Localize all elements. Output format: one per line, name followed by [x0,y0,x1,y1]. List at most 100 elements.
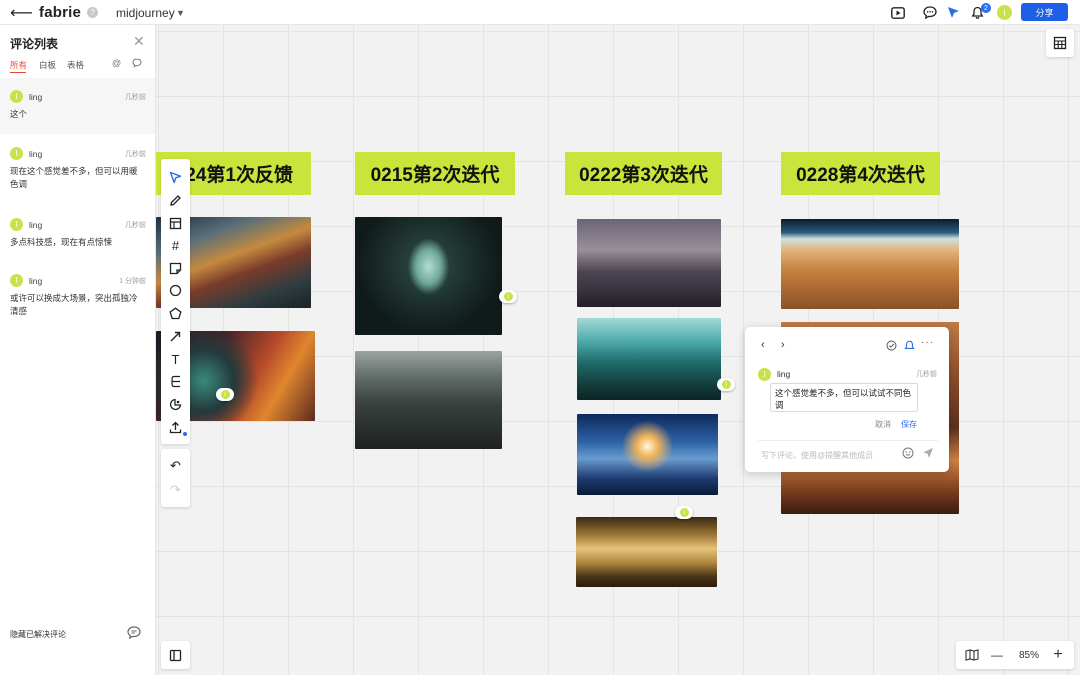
avatar: l [10,274,23,287]
document-title[interactable]: midjourney [116,0,175,25]
comment-text: 多点科技感，现在有点惊悚 [10,237,113,247]
hide-resolved-toggle[interactable]: 隐藏已解决评论 [10,629,66,640]
top-bar: ⟵ fabrie ? midjourney ▼ 2 l 分享 [0,0,1080,25]
help-icon[interactable]: ? [87,7,98,18]
undo-icon[interactable]: ↶ [161,456,190,476]
cancel-button[interactable]: 取消 [875,419,891,430]
comment-text: 现在这个感觉差不多，但可以用暖色调 [10,166,138,189]
comment-pin[interactable]: l [216,388,234,401]
pin-avatar: l [679,508,689,517]
image-desert-planet[interactable] [781,219,959,309]
avatar: l [10,90,23,103]
text-tool-icon[interactable]: T [161,349,190,369]
brand-logo: fabrie [39,4,82,21]
notification-count-badge: 2 [981,3,991,13]
panel-layout-icon[interactable] [161,641,190,669]
comment-popup: ‹ › ··· l ling 几秒前 这个感觉差不多，但可以试试不同色调 取消 … [745,327,949,472]
comment-settings-icon[interactable] [127,626,141,642]
comment-time: 几秒前 [916,371,937,378]
grid-table-icon[interactable] [1046,29,1074,57]
upload-indicator-dot [183,432,187,436]
comment-filter-icon[interactable] [132,58,142,70]
comment-item[interactable]: l ling 几秒前 多点科技感，现在有点惊悚 [0,212,155,256]
comment-pin[interactable]: l [717,378,735,391]
mindmap-tool-icon[interactable] [161,371,190,391]
image-foggy-dinosaurs[interactable] [355,351,502,449]
frame-tool-icon[interactable]: # [161,235,190,255]
column-label[interactable]: 0228第4次迭代 [781,152,940,195]
sticky-note-tool-icon[interactable] [161,258,190,278]
avatar: l [758,368,771,381]
zoom-controls: — 85% + [956,641,1074,669]
comment-pin[interactable]: l [675,506,693,519]
column-label[interactable]: 0222第3次迭代 [565,152,722,195]
pin-avatar: l [721,380,731,389]
share-button[interactable]: 分享 [1021,3,1068,21]
circle-tool-icon[interactable] [161,280,190,300]
previous-comment-icon[interactable]: ‹ [761,339,765,351]
divider [758,440,938,441]
resolve-icon[interactable] [886,340,897,354]
chevron-down-icon[interactable]: ▼ [176,0,185,25]
more-icon[interactable]: ··· [921,337,934,348]
send-icon[interactable] [922,447,934,462]
comment-author: ling [29,92,43,102]
polygon-tool-icon[interactable] [161,303,190,323]
zoom-out-button[interactable]: — [988,641,1006,669]
history-toolbar: ↶ ↷ [161,449,190,507]
minimap-icon[interactable] [962,641,982,669]
user-avatar[interactable]: l [997,5,1012,20]
subscribe-bell-icon[interactable] [904,340,915,354]
reply-input[interactable]: 写下评论，使用@提醒其他成员 [761,450,873,461]
comment-time: 几秒前 [125,94,146,101]
arrow-tool-icon[interactable] [161,326,190,346]
image-dark-castle[interactable] [577,219,721,307]
sticker-tool-icon[interactable] [161,394,190,414]
back-arrow-icon[interactable]: ⟵ [10,0,33,25]
emoji-icon[interactable] [902,447,914,462]
cursor-icon[interactable] [944,0,962,25]
pin-avatar: l [503,292,513,301]
comment-item[interactable]: l ling 几秒前 这个 [0,78,155,134]
comment-text: 或许可以换成大场景，突出孤独冷清感 [10,293,138,316]
table-tool-icon[interactable] [161,213,190,233]
redo-icon[interactable]: ↷ [161,480,190,500]
tab-all[interactable]: 所有 [10,59,27,71]
zoom-level[interactable]: 85% [1011,641,1047,669]
comment-author: ling [777,369,791,379]
comment-text: 这个 [10,109,28,119]
pen-tool-icon[interactable] [161,190,190,210]
mention-filter-icon[interactable]: @ [112,58,121,68]
comment-icon[interactable] [921,0,939,25]
sidebar-title: 评论列表 [10,37,59,51]
play-icon[interactable] [889,0,907,25]
comment-author: ling [29,149,43,159]
save-button[interactable]: 保存 [901,419,917,430]
select-tool-icon[interactable] [161,167,190,187]
close-icon[interactable]: ✕ [133,33,145,50]
comment-time: 几秒前 [125,151,146,158]
avatar: l [10,147,23,160]
comment-item[interactable]: l ling 1 分钟前 或许可以换成大场景，突出孤独冷清感 [0,270,155,330]
tab-active-underline [10,72,26,73]
image-teal-city[interactable] [577,318,721,400]
tab-table[interactable]: 表格 [67,59,84,71]
comment-item[interactable]: l ling 几秒前 现在这个感觉差不多，但可以用暖色调 [0,140,155,200]
comment-author: ling [29,220,43,230]
tab-whiteboard[interactable]: 白板 [39,59,56,71]
image-golden-cathedral[interactable] [576,517,717,587]
column-label[interactable]: 0215第2次迭代 [355,152,515,195]
image-cosmic-tower[interactable] [577,414,718,495]
comment-author: ling [29,276,43,286]
image-mirror-forest[interactable] [355,217,502,335]
next-comment-icon[interactable]: › [781,339,785,351]
comment-pin[interactable]: l [499,290,517,303]
avatar: l [10,218,23,231]
comment-time: 几秒前 [125,222,146,229]
comment-edit-field[interactable]: 这个感觉差不多，但可以试试不同色调 [770,383,918,412]
comment-time: 1 分钟前 [119,278,146,285]
comment-sidebar: 评论列表 ✕ 所有 白板 表格 @ l ling 几秒前 这个 l ling 几… [0,25,156,675]
pin-avatar: l [220,390,230,399]
drawing-toolbar: # T [161,159,190,444]
zoom-in-button[interactable]: + [1049,641,1067,669]
